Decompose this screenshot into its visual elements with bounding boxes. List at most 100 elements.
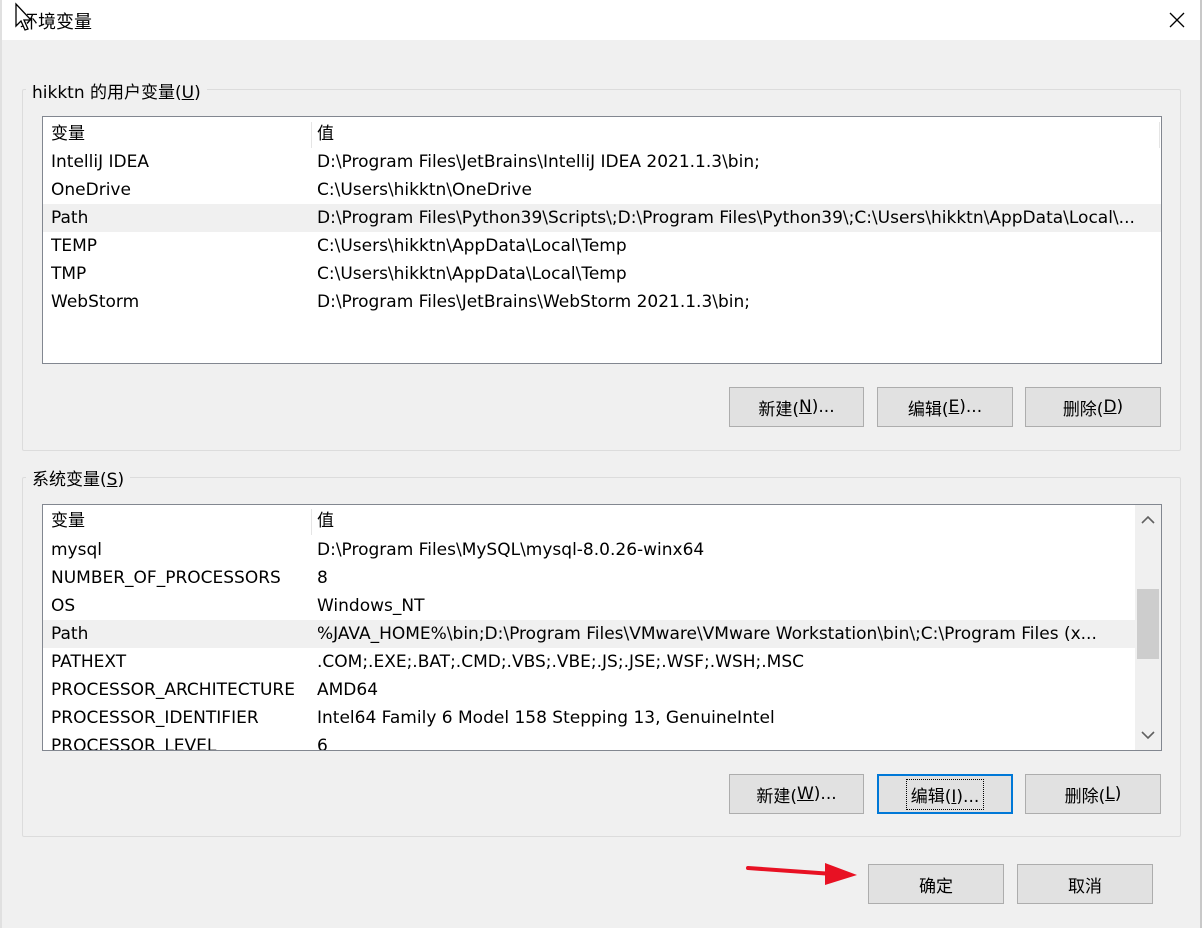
button-label-suffix: )... [956,786,980,807]
table-row[interactable]: PATHEXT .COM;.EXE;.BAT;.CMD;.VBS;.VBE;.J… [43,648,1135,676]
focus-outline: 编辑(I)... [905,778,985,810]
table-row[interactable]: OneDrive C:\Users\hikktn\OneDrive [43,176,1161,204]
button-label: 删除( [1062,399,1104,420]
variable-name: Path [51,624,89,644]
variable-name: IntelliJ IDEA [51,152,149,172]
variable-value: Windows_NT [317,596,425,616]
column-header-name[interactable]: 变量 [51,507,301,535]
variable-value: %JAVA_HOME%\bin;D:\Program Files\VMware\… [317,624,1097,644]
mouse-cursor-icon [15,2,33,31]
button-hotkey: N [799,397,812,417]
vertical-scrollbar[interactable] [1135,505,1161,750]
chevron-up-icon [1141,515,1155,524]
close-icon [1169,12,1185,28]
column-separator[interactable] [1159,122,1160,148]
variable-value: D:\Program Files\Python39\Scripts\;D:\Pr… [317,208,1135,228]
variable-value: C:\Users\hikktn\AppData\Local\Temp [317,264,627,284]
system-variables-title-suffix: ) [117,470,125,490]
variable-name: PROCESSOR_LEVEL [51,736,217,751]
table-row[interactable]: OS Windows_NT [43,592,1135,620]
table-row[interactable]: NUMBER_OF_PROCESSORS 8 [43,564,1135,592]
button-label-suffix: ) [1114,784,1122,804]
variable-name: OneDrive [51,180,131,200]
system-variables-title: 系统变量(S) [26,465,131,490]
table-row-selected[interactable]: Path %JAVA_HOME%\bin;D:\Program Files\VM… [43,620,1135,648]
scroll-thumb[interactable] [1137,589,1159,659]
cancel-button[interactable]: 取消 [1017,864,1153,904]
user-variables-list[interactable]: 变量 值 IntelliJ IDEA D:\Program Files\JetB… [42,116,1162,364]
column-header-value[interactable]: 值 [317,507,1117,535]
button-label-suffix: )... [959,397,983,417]
variable-name: OS [51,596,76,616]
button-label-suffix: )... [811,397,835,417]
button-hotkey: L [1105,784,1115,804]
button-label: 删除( [1064,786,1106,807]
table-row[interactable]: IntelliJ IDEA D:\Program Files\JetBrains… [43,148,1161,176]
system-variables-title-prefix: 系统变量( [32,470,107,490]
column-separator[interactable] [311,122,312,148]
title-bar: 环境变量 [0,0,1202,40]
system-variables-title-hotkey: S [106,470,118,490]
user-new-button[interactable]: 新建(N)... [729,387,864,427]
table-row[interactable]: TEMP C:\Users\hikktn\AppData\Local\Temp [43,232,1161,260]
ok-button[interactable]: 确定 [868,864,1004,904]
button-label: 确定 [919,876,953,897]
red-arrow-icon [746,863,857,885]
chevron-down-icon [1141,731,1155,740]
user-variables-title: hikktn 的用户变量(U) [26,78,207,103]
close-button[interactable] [1152,0,1202,40]
system-delete-button[interactable]: 删除(L) [1025,774,1161,814]
system-new-button[interactable]: 新建(W)... [729,774,864,814]
table-row[interactable]: PROCESSOR_ARCHITECTURE AMD64 [43,676,1135,704]
variable-value: C:\Users\hikktn\OneDrive [317,180,532,200]
variable-value: 6 [317,736,328,751]
variable-value: D:\Program Files\JetBrains\IntelliJ IDEA… [317,152,760,172]
variable-value: C:\Users\hikktn\AppData\Local\Temp [317,236,627,256]
table-row[interactable]: PROCESSOR_IDENTIFIER Intel64 Family 6 Mo… [43,704,1135,732]
button-label: 新建( [756,786,797,807]
button-hotkey: D [1103,397,1117,417]
button-label: 新建( [758,399,800,420]
window-border-left [0,0,2,928]
variable-value: .COM;.EXE;.BAT;.CMD;.VBS;.VBE;.JS;.JSE;.… [317,652,805,672]
button-hotkey: E [948,397,960,417]
button-label-suffix: )... [813,784,837,804]
button-label: 编辑( [910,786,952,807]
button-hotkey: W [796,784,814,804]
variable-value: D:\Program Files\JetBrains\WebStorm 2021… [317,292,751,312]
variable-name: WebStorm [51,292,140,312]
button-label: 编辑( [907,399,949,420]
column-header-name[interactable]: 变量 [51,120,301,148]
list-header: 变量 值 [43,120,1161,148]
user-delete-button[interactable]: 删除(D) [1025,387,1161,427]
variable-name: NUMBER_OF_PROCESSORS [51,568,281,588]
variable-value: AMD64 [317,680,379,700]
column-header-value[interactable]: 值 [317,120,1147,148]
scroll-up-button[interactable] [1135,505,1161,535]
table-row-selected[interactable]: Path D:\Program Files\Python39\Scripts\;… [43,204,1161,232]
button-label: 取消 [1068,876,1102,897]
variable-name: TEMP [51,236,98,256]
table-row[interactable]: mysql D:\Program Files\MySQL\mysql-8.0.2… [43,536,1135,564]
user-variables-title-hotkey: U [181,83,195,103]
variable-name: mysql [51,540,102,560]
variable-name: PROCESSOR_ARCHITECTURE [51,680,295,700]
variable-value: Intel64 Family 6 Model 158 Stepping 13, … [317,708,775,728]
user-edit-button[interactable]: 编辑(E)... [877,387,1013,427]
user-variables-title-suffix: ) [194,83,201,103]
column-separator[interactable] [311,509,312,535]
variable-name: PATHEXT [51,652,127,672]
table-row[interactable]: PROCESSOR_LEVEL 6 [43,732,1135,751]
system-edit-button[interactable]: 编辑(I)... [877,774,1013,814]
table-row[interactable]: TMP C:\Users\hikktn\AppData\Local\Temp [43,260,1161,288]
system-variables-list[interactable]: 变量 值 mysql D:\Program Files\MySQL\mysql-… [42,504,1162,751]
user-variables-title-prefix: hikktn 的用户变量( [32,83,182,103]
button-label-suffix: ) [1116,397,1124,417]
list-header: 变量 值 [43,507,1135,535]
variable-name: Path [51,208,89,228]
variable-name: PROCESSOR_IDENTIFIER [51,708,259,728]
table-row[interactable]: WebStorm D:\Program Files\JetBrains\WebS… [43,288,1161,316]
scroll-down-button[interactable] [1135,720,1161,750]
variable-value: D:\Program Files\MySQL\mysql-8.0.26-winx… [317,540,705,560]
variable-value: 8 [317,568,328,588]
